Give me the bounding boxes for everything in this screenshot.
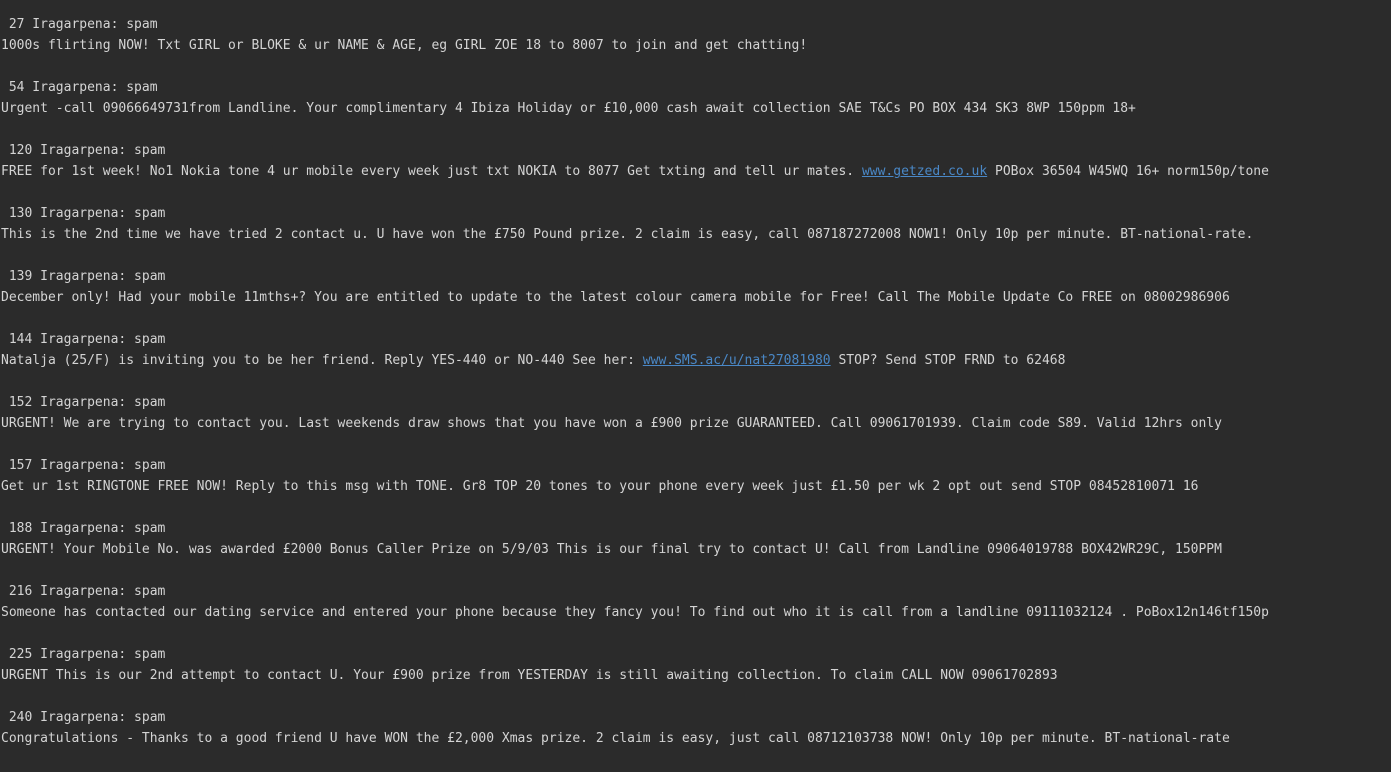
log-entry: 225 Iragarpena: spam URGENT This is our 2… (1, 646, 1389, 709)
message-text: URGENT! We are trying to contact you. La… (1, 416, 1222, 431)
log-entry: 54 Iragarpena: spam Urgent -call 09066649… (1, 79, 1389, 142)
console-output-panel: { "entries": [ {"header": " 27 Iragarpen… (0, 0, 1391, 772)
log-entry: 120 Iragarpena: spam FREE for 1st week! N… (1, 142, 1389, 205)
message-text: December only! Had your mobile 11mths+? … (1, 290, 1230, 305)
entry-message: URGENT! We are trying to contact you. La… (1, 415, 1222, 433)
entry-message: 1000s flirting NOW! Txt GIRL or BLOKE & … (1, 37, 807, 55)
entry-message: FREE for 1st week! No1 Nokia tone 4 ur m… (1, 163, 1269, 181)
message-text: Someone has contacted our dating service… (1, 605, 1269, 620)
entry-message: Congratulations - Thanks to a good frien… (1, 730, 1230, 748)
entry-message: Urgent -call 09066649731from Landline. Y… (1, 100, 1136, 118)
entry-message: Natalja (25/F) is inviting you to be her… (1, 352, 1065, 370)
message-text: URGENT! Your Mobile No. was awarded £200… (1, 542, 1222, 557)
entry-header: 225 Iragarpena: spam (1, 647, 166, 662)
message-text: FREE for 1st week! No1 Nokia tone 4 ur m… (1, 164, 862, 179)
entry-header: 240 Iragarpena: spam (1, 710, 166, 725)
console-log: 27 Iragarpena: spam 1000s flirting NOW! T… (1, 16, 1389, 772)
message-link[interactable]: www.getzed.co.uk (862, 164, 987, 179)
log-entry: 157 Iragarpena: spam Get ur 1st RINGTONE … (1, 457, 1389, 520)
entry-header: 188 Iragarpena: spam (1, 521, 166, 536)
log-entry: 139 Iragarpena: spam December only! Had y… (1, 268, 1389, 331)
entry-header: 216 Iragarpena: spam (1, 584, 166, 599)
log-entry: 240 Iragarpena: spam Congratulations - Th… (1, 709, 1389, 772)
entry-message: Get ur 1st RINGTONE FREE NOW! Reply to t… (1, 478, 1198, 496)
log-entry: 188 Iragarpena: spam URGENT! Your Mobile … (1, 520, 1389, 583)
message-text: STOP? Send STOP FRND to 62468 (830, 353, 1066, 368)
entry-header: 157 Iragarpena: spam (1, 458, 166, 473)
entry-header: 130 Iragarpena: spam (1, 206, 166, 221)
message-text: This is the 2nd time we have tried 2 con… (1, 227, 1254, 242)
entry-header: 152 Iragarpena: spam (1, 395, 166, 410)
log-entry: 130 Iragarpena: spam This is the 2nd time… (1, 205, 1389, 268)
entry-header: 139 Iragarpena: spam (1, 269, 166, 284)
message-text: URGENT This is our 2nd attempt to contac… (1, 668, 1058, 683)
entry-message: This is the 2nd time we have tried 2 con… (1, 226, 1253, 244)
message-text: Urgent -call 09066649731from Landline. Y… (1, 101, 1136, 116)
log-entry: 216 Iragarpena: spam Someone has contacte… (1, 583, 1389, 646)
entry-message: URGENT! Your Mobile No. was awarded £200… (1, 541, 1222, 559)
entry-message: Someone has contacted our dating service… (1, 604, 1269, 622)
log-entry: 152 Iragarpena: spam URGENT! We are tryin… (1, 394, 1389, 457)
message-text: 1000s flirting NOW! Txt GIRL or BLOKE & … (1, 38, 808, 53)
entry-header: 144 Iragarpena: spam (1, 332, 166, 347)
entry-message: December only! Had your mobile 11mths+? … (1, 289, 1230, 307)
message-text: Natalja (25/F) is inviting you to be her… (1, 353, 643, 368)
message-text: Congratulations - Thanks to a good frien… (1, 731, 1230, 746)
log-entry: 144 Iragarpena: spam Natalja (25/F) is in… (1, 331, 1389, 394)
message-text: POBox 36504 W45WQ 16+ norm150p/tone (987, 164, 1269, 179)
log-entry: 27 Iragarpena: spam 1000s flirting NOW! T… (1, 16, 1389, 79)
entry-header: 27 Iragarpena: spam (1, 17, 158, 32)
entry-header: 120 Iragarpena: spam (1, 143, 166, 158)
message-link[interactable]: www.SMS.ac/u/nat27081980 (643, 353, 831, 368)
entry-message: URGENT This is our 2nd attempt to contac… (1, 667, 1058, 685)
message-text: Get ur 1st RINGTONE FREE NOW! Reply to t… (1, 479, 1199, 494)
entry-header: 54 Iragarpena: spam (1, 80, 158, 95)
